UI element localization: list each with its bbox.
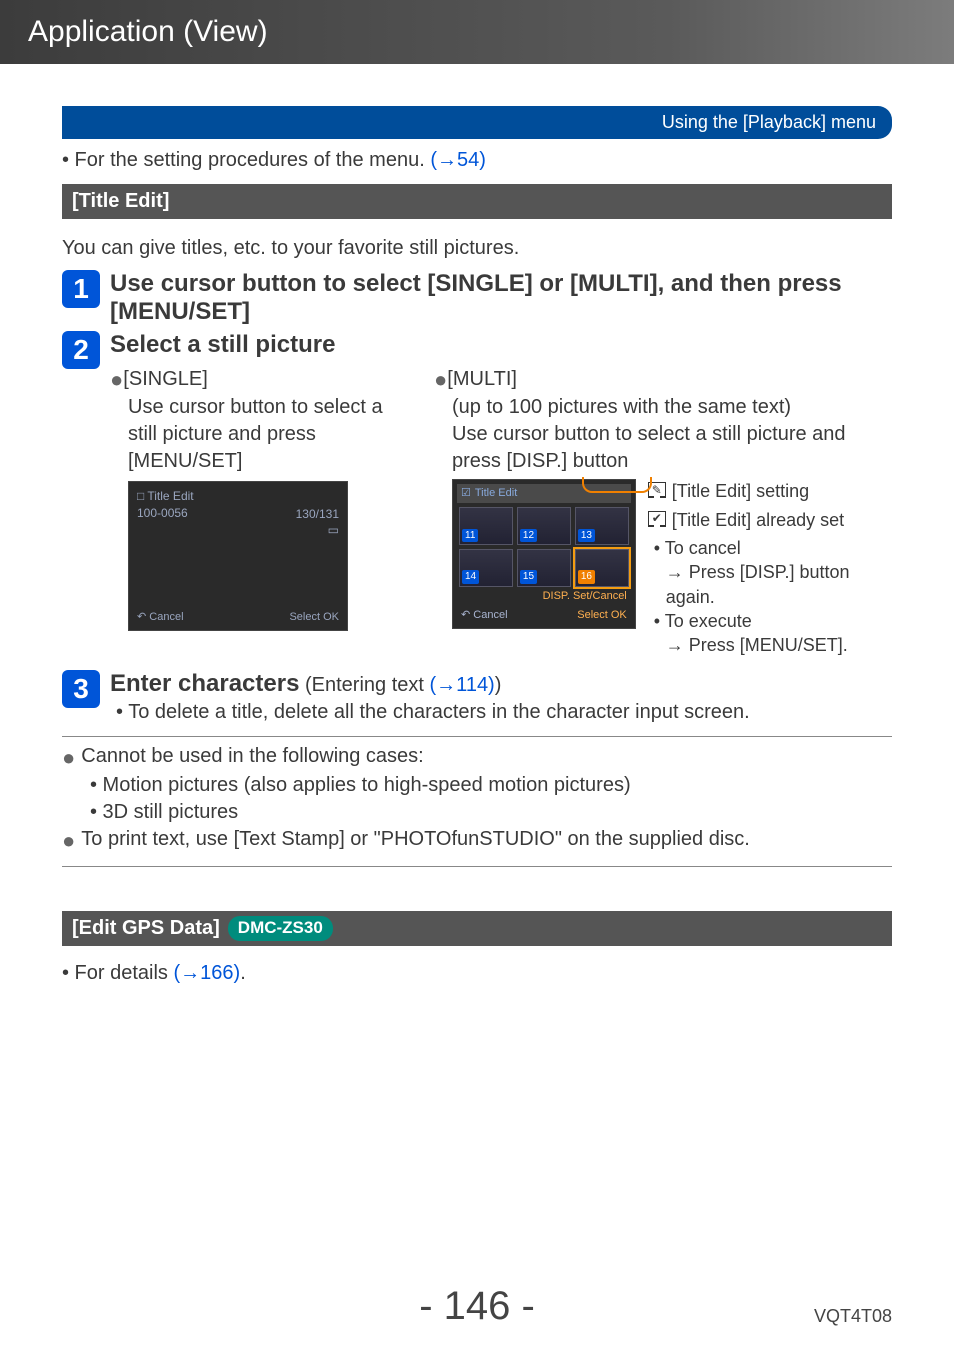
step-1-title: Use cursor button to select [SINGLE] or … [110, 270, 892, 325]
step-2-title: Select a still picture [110, 331, 892, 359]
page-footer: - 146 - [0, 1284, 954, 1329]
section-edit-gps-title: [Edit GPS Data] [72, 915, 220, 942]
details-line: • For details (→166). [62, 960, 892, 987]
page-number: - 146 - [419, 1284, 535, 1329]
breadcrumb-wrap: Using the [Playback] menu [0, 64, 954, 147]
multi-legend: ✎ [Title Edit] setting ✔︎ [Title Edit] a… [648, 479, 892, 657]
model-badge: DMC-ZS30 [228, 916, 333, 941]
step-3-link[interactable]: (→114) [430, 674, 495, 696]
thumb: 15 [517, 549, 571, 587]
step-3-number: 3 [62, 670, 100, 708]
thumb: 11 [459, 507, 513, 545]
legend-already: [Title Edit] already set [672, 508, 844, 532]
step-3-line: Enter characters (Entering text (→114)) [110, 670, 892, 699]
step-2: 2 Select a still picture ●[SINGLE] Use c… [62, 331, 892, 657]
step-3-title: Enter characters [110, 670, 299, 697]
multi-column: ●[MULTI] (up to 100 pictures with the sa… [434, 365, 892, 658]
multi-label: ●[MULTI] [434, 365, 892, 395]
callout-line-icon [582, 477, 652, 493]
title-edit-glyph-icon: ☑ [461, 486, 471, 501]
details-prefix: • For details [62, 962, 173, 984]
step-3-note: • To delete a title, delete all the char… [116, 699, 892, 726]
ss-multi-cancel: ↶ Cancel [461, 608, 508, 623]
app-title: Application (View) [28, 15, 268, 49]
thumb: 13 [575, 507, 629, 545]
thumb: 12 [517, 507, 571, 545]
app-header: Application (View) [0, 0, 954, 64]
menu-proc-prefix: • For the setting procedures of the menu… [62, 149, 430, 171]
ss-single-hdr: □ Title Edit [137, 488, 339, 504]
ss-multi-select: Select OK [577, 608, 627, 623]
ss-single-select: Select OK [289, 610, 339, 625]
single-column: ●[SINGLE] Use cursor button to select a … [110, 365, 410, 658]
intro-text: You can give titles, etc. to your favori… [62, 235, 892, 262]
single-desc: Use cursor button to select a still pict… [128, 394, 410, 475]
single-screenshot: □ Title Edit 100-0056 130/131 ▭ ↶ Cancel… [128, 481, 348, 631]
multi-note: (up to 100 pictures with the same text) [452, 394, 892, 421]
thumb-selected: 16 [575, 549, 629, 587]
legend-already-icon: ✔︎ [648, 511, 666, 527]
ss-single-count: 130/131 [296, 506, 339, 522]
section-edit-gps: [Edit GPS Data] DMC-ZS30 [62, 911, 892, 946]
details-link[interactable]: (→166) [173, 962, 240, 984]
details-suffix: . [240, 962, 246, 984]
legend-cancel-action: → Press [DISP.] button again. [666, 560, 892, 609]
step-2-number: 2 [62, 331, 100, 369]
note-2: To print text, use [Text Stamp] or "PHOT… [81, 826, 750, 853]
aspect-icon: ▭ [328, 522, 339, 538]
note-1b: • 3D still pictures [90, 799, 892, 826]
step-3-close: ) [495, 674, 502, 696]
legend-execute-label: • To execute [654, 609, 892, 633]
doc-code: VQT4T08 [814, 1306, 892, 1327]
menu-proc-link[interactable]: (→54) [430, 149, 486, 171]
multi-desc: Use cursor button to select a still pict… [452, 421, 892, 475]
ss-multi-disp: DISP. Set/Cancel [543, 589, 627, 604]
step-3-sub: (Entering text [305, 674, 430, 696]
thumb: 14 [459, 549, 513, 587]
note-1: Cannot be used in the following cases: [81, 743, 423, 770]
step-3: 3 Enter characters (Entering text (→114)… [62, 670, 892, 726]
ss-single-cancel: ↶ Cancel [137, 610, 184, 625]
notes-block: ●Cannot be used in the following cases: … [62, 736, 892, 867]
step-1: 1 Use cursor button to select [SINGLE] o… [62, 270, 892, 325]
menu-proc-line: • For the setting procedures of the menu… [62, 147, 892, 174]
multi-screenshot: ☑ Title Edit 11 12 13 14 15 16 [452, 479, 636, 629]
legend-setting: [Title Edit] setting [672, 479, 809, 503]
legend-cancel-label: • To cancel [654, 536, 892, 560]
note-1a: • Motion pictures (also applies to high-… [90, 772, 892, 799]
section-title-edit: [Title Edit] [62, 184, 892, 219]
single-label: ●[SINGLE] [110, 365, 410, 395]
breadcrumb: Using the [Playback] menu [62, 106, 892, 139]
legend-execute-action: → Press [MENU/SET]. [666, 633, 892, 657]
step-1-number: 1 [62, 270, 100, 308]
